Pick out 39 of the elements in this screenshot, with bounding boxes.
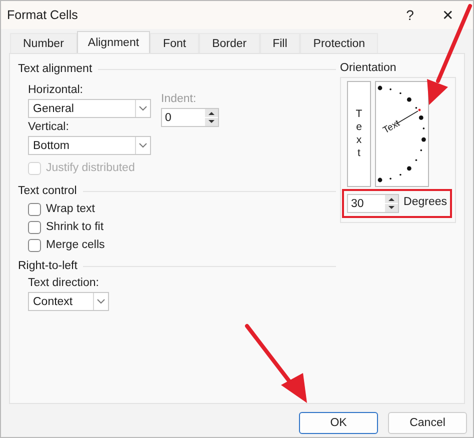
dial-text: Text: [381, 118, 402, 136]
checkbox-label: Wrap text: [46, 203, 95, 215]
degrees-field[interactable]: 30: [347, 194, 399, 213]
section-title: Right-to-left: [18, 260, 78, 272]
checkbox-label: Shrink to fit: [46, 221, 104, 233]
ok-button[interactable]: OK: [299, 412, 378, 434]
text-direction-dropdown[interactable]: Context: [28, 292, 109, 311]
vertical-dropdown[interactable]: Bottom: [28, 136, 151, 155]
tab[interactable]: Font: [150, 33, 200, 53]
horizontal-dropdown[interactable]: General: [28, 99, 151, 118]
checkbox[interactable]: [28, 220, 41, 234]
field-label: Horizontal:: [28, 83, 83, 98]
vertical-text-button[interactable]: Text: [347, 81, 371, 187]
tab[interactable]: Fill: [260, 33, 300, 53]
close-button[interactable]: ✕: [435, 1, 461, 29]
section-title: Orientation: [340, 61, 396, 76]
chevron-down-icon: [97, 299, 105, 304]
section-title: Text alignment: [18, 63, 92, 75]
field-label: Vertical:: [28, 120, 69, 135]
tab[interactable]: Number: [10, 33, 77, 53]
spinner-arrows-icon[interactable]: [384, 195, 398, 212]
cancel-button[interactable]: Cancel: [388, 412, 467, 434]
field-label: Text direction:: [28, 276, 99, 291]
window-title: Format Cells: [7, 8, 79, 22]
section-title: Text control: [18, 185, 77, 197]
tab[interactable]: Protection: [300, 33, 378, 53]
orientation-dial[interactable]: Text: [375, 81, 429, 187]
field-label: Degrees: [404, 195, 447, 210]
checkbox[interactable]: [28, 238, 41, 252]
checkbox[interactable]: [28, 202, 41, 216]
help-button[interactable]: ?: [397, 1, 423, 29]
field-label: Indent:: [161, 92, 196, 107]
checkbox-label: Justify distributed: [46, 162, 135, 174]
chevron-down-icon: [139, 106, 147, 111]
tab[interactable]: Border: [199, 33, 260, 53]
tab[interactable]: Alignment: [76, 31, 150, 53]
checkbox-label: Merge cells: [46, 239, 105, 251]
spinner-arrows-icon[interactable]: [205, 109, 218, 126]
chevron-down-icon: [139, 143, 147, 148]
